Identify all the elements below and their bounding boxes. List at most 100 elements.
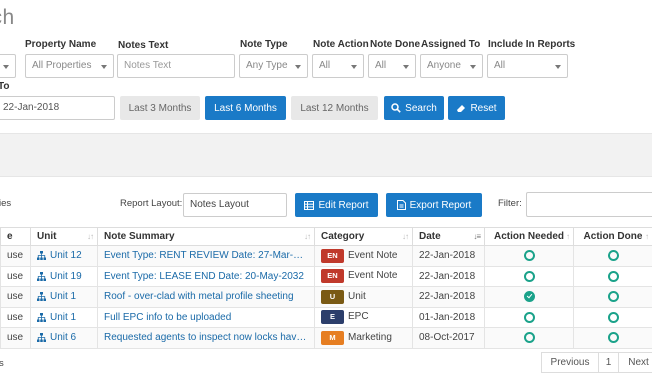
cell-truncated: use — [0, 265, 31, 287]
sort-icon: ↓↑ — [304, 232, 311, 241]
chevron-down-icon — [351, 65, 357, 69]
note-action-select[interactable]: All — [312, 54, 364, 78]
cell-action-done[interactable] — [573, 286, 652, 308]
eraser-icon — [457, 105, 466, 112]
notes-text-label: Notes Text — [118, 40, 169, 51]
circle-icon[interactable] — [607, 291, 619, 303]
page-title: rch — [0, 6, 15, 29]
cell-unit[interactable]: Unit 12 — [30, 245, 98, 267]
sort-desc-icon: ↓≡ — [473, 232, 481, 241]
cell-unit[interactable]: Unit 6 — [30, 327, 98, 349]
cell-action-done[interactable] — [573, 265, 652, 287]
sort-icon: ↓↑ — [87, 232, 94, 241]
circle-icon[interactable] — [607, 250, 619, 262]
column-header-action-done[interactable]: Action Done ↑ — [573, 227, 652, 246]
cell-unit[interactable]: Unit 19 — [30, 265, 98, 287]
circle-icon[interactable] — [523, 332, 535, 344]
truncated-footer-text: s — [0, 358, 4, 369]
note-type-label: Note Type — [240, 39, 288, 50]
cell-action-done[interactable] — [573, 327, 652, 349]
date-to-input[interactable]: 22-Jan-2018 — [0, 96, 115, 120]
cell-category: M Marketing — [314, 327, 413, 349]
chevron-down-icon — [403, 65, 409, 69]
sitemap-icon — [37, 312, 46, 322]
pagination: Previous 1 Next — [541, 352, 652, 373]
cell-category: EN Event Note — [314, 245, 413, 267]
circle-icon[interactable] — [523, 311, 535, 323]
truncated-select[interactable] — [0, 54, 16, 78]
grey-separator-band — [0, 133, 652, 177]
cell-date: 22-Jan-2018 — [412, 245, 485, 267]
column-header[interactable]: e — [0, 227, 31, 246]
sitemap-icon — [37, 333, 46, 343]
report-layout-input[interactable]: Notes Layout — [183, 193, 287, 217]
include-in-reports-label: Include In Reports — [488, 39, 576, 50]
include-in-reports-select[interactable]: All — [487, 54, 568, 78]
column-header-note-summary[interactable]: Note Summary ↓↑ — [97, 227, 315, 246]
assigned-to-label: Assigned To — [421, 39, 481, 50]
category-badge: E — [321, 310, 344, 325]
search-icon — [391, 103, 401, 113]
table-row[interactable]: use Unit 6 Requested agents to inspect now… — [0, 327, 652, 349]
sort-icon: ↓↑ — [402, 232, 409, 241]
next-page-button[interactable]: Next — [618, 353, 652, 372]
column-header-unit[interactable]: Unit ↓↑ — [30, 227, 98, 246]
last-6-months-button[interactable]: Last 6 Months — [205, 96, 286, 120]
truncated-toolbar-text: ies — [0, 198, 12, 209]
column-header-date[interactable]: Date ↓≡ — [412, 227, 485, 246]
table-row[interactable]: use Unit 1 Roof - over-clad with metal pro… — [0, 286, 652, 308]
cell-action-done[interactable] — [573, 306, 652, 328]
export-icon — [396, 200, 406, 210]
cell-note-summary[interactable]: Full EPC info to be uploaded — [97, 306, 315, 328]
cell-note-summary[interactable]: Event Type: LEASE END Date: 20-May-2032 — [97, 265, 315, 287]
assigned-to-select[interactable]: Anyone — [420, 54, 483, 78]
last-12-months-button[interactable]: Last 12 Months — [291, 96, 378, 120]
cell-unit[interactable]: Unit 1 — [30, 306, 98, 328]
edit-report-button[interactable]: Edit Report — [295, 193, 378, 217]
circle-icon[interactable] — [607, 270, 619, 282]
check-circle-icon[interactable] — [523, 291, 535, 303]
table-row[interactable]: use Unit 12 Event Type: RENT REVIEW Date: … — [0, 245, 652, 267]
cell-note-summary[interactable]: Roof - over-clad with metal profile shee… — [97, 286, 315, 308]
sitemap-icon — [37, 271, 46, 281]
note-action-label: Note Action — [313, 39, 369, 50]
search-button[interactable]: Search — [384, 96, 444, 120]
column-header-category[interactable]: Category ↓↑ — [314, 227, 413, 246]
property-name-select[interactable]: All Properties — [25, 54, 114, 78]
notes-text-input[interactable]: Notes Text — [117, 54, 235, 78]
reset-button[interactable]: Reset — [448, 96, 505, 120]
sort-icon: ↑ — [645, 232, 649, 241]
table-icon — [304, 200, 315, 210]
table-row[interactable]: use Unit 1 Full EPC info to be uploaded E EP… — [0, 306, 652, 328]
category-badge: U — [321, 289, 344, 304]
column-header-action-needed[interactable]: Action Needed ↑ — [484, 227, 574, 246]
cell-action-needed[interactable] — [484, 286, 574, 308]
cell-action-needed[interactable] — [484, 306, 574, 328]
note-type-select[interactable]: Any Type — [239, 54, 308, 78]
notes-table: e Unit ↓↑ Note Summary ↓↑ Category ↓↑ Date ↓… — [0, 227, 652, 349]
cell-action-needed[interactable] — [484, 245, 574, 267]
cell-note-summary[interactable]: Requested agents to inspect now locks ha… — [97, 327, 315, 349]
page-1-button[interactable]: 1 — [598, 353, 618, 372]
cell-category: E EPC — [314, 306, 413, 328]
filter-input[interactable] — [526, 192, 652, 217]
previous-page-button[interactable]: Previous — [542, 353, 598, 372]
property-name-label: Property Name — [25, 39, 97, 50]
cell-note-summary[interactable]: Event Type: RENT REVIEW Date: 27-Mar-201… — [97, 245, 315, 267]
table-row[interactable]: use Unit 19 Event Type: LEASE END Date: 20… — [0, 265, 652, 287]
cell-action-needed[interactable] — [484, 327, 574, 349]
cell-action-done[interactable] — [573, 245, 652, 267]
cell-unit[interactable]: Unit 1 — [30, 286, 98, 308]
circle-icon[interactable] — [607, 311, 619, 323]
cell-action-needed[interactable] — [484, 265, 574, 287]
category-badge: EN — [321, 269, 344, 284]
chevron-down-icon — [470, 65, 476, 69]
export-report-button[interactable]: Export Report — [386, 193, 482, 217]
cell-date: 22-Jan-2018 — [412, 265, 485, 287]
note-done-select[interactable]: All — [368, 54, 416, 78]
circle-icon[interactable] — [523, 250, 535, 262]
chevron-down-icon — [555, 65, 561, 69]
circle-icon[interactable] — [523, 270, 535, 282]
last-3-months-button[interactable]: Last 3 Months — [120, 96, 200, 120]
circle-icon[interactable] — [607, 332, 619, 344]
